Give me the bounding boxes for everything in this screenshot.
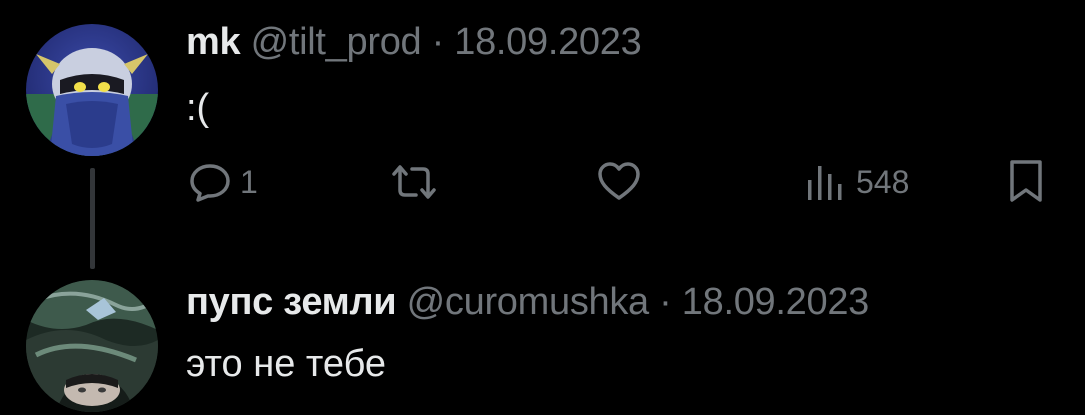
tweet-header: пупс земли @curomushka · 18.09.2023 — [186, 280, 869, 324]
avatar-image — [26, 280, 158, 412]
tweet-header: mk @tilt_prod · 18.09.2023 — [186, 20, 642, 64]
display-name[interactable]: mk — [186, 21, 241, 63]
like-button[interactable] — [596, 160, 642, 202]
separator: · — [431, 21, 445, 63]
separator: · — [659, 281, 672, 323]
display-name[interactable]: пупс земли — [186, 281, 397, 323]
avatar-mk[interactable] — [26, 24, 158, 156]
reply-icon — [188, 162, 232, 202]
retweet-button[interactable] — [388, 162, 440, 202]
bookmark-icon — [1006, 158, 1046, 204]
handle[interactable]: @curomushka — [407, 281, 650, 323]
tweet-text: :( — [186, 87, 210, 129]
like-icon — [596, 160, 642, 202]
views-icon — [804, 162, 848, 202]
views-count: 548 — [856, 164, 910, 200]
timestamp[interactable]: 18.09.2023 — [454, 21, 641, 63]
handle[interactable]: @tilt_prod — [251, 21, 422, 63]
views-button[interactable]: 548 — [804, 162, 909, 202]
thread-connector — [90, 168, 95, 269]
avatar-image — [26, 24, 158, 156]
bookmark-button[interactable] — [1006, 158, 1046, 204]
retweet-icon — [388, 162, 440, 202]
reply-count: 1 — [240, 164, 258, 200]
avatar-pups[interactable] — [26, 280, 158, 412]
reply-button[interactable]: 1 — [188, 162, 258, 202]
tweet-text: это не тебе — [186, 343, 387, 385]
thread-view: mk @tilt_prod · 18.09.2023 :( 1 548 пупс… — [0, 0, 1085, 415]
timestamp[interactable]: 18.09.2023 — [682, 281, 869, 323]
